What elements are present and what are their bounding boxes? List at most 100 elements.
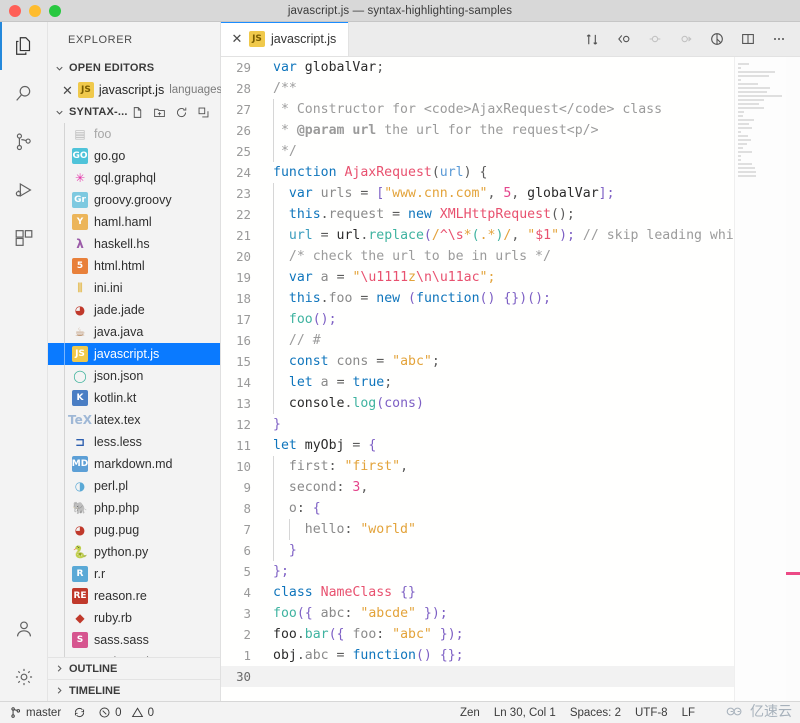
new-file-icon[interactable]	[131, 106, 144, 119]
file-name: latex.tex	[94, 413, 141, 427]
close-window-button[interactable]	[9, 4, 21, 17]
status-eol[interactable]: LF	[682, 707, 695, 719]
code-line-current[interactable]: 30	[221, 666, 734, 687]
code-lines[interactable]: 29 var globalVar; 28/** 27 * Constructor fo…	[221, 57, 789, 701]
status-indentation[interactable]: Spaces: 2	[570, 707, 621, 719]
tree-row[interactable]: λ haskell.hs	[48, 233, 220, 255]
code-line[interactable]: 24 function AjaxRequest(url) {	[221, 162, 734, 183]
code-line[interactable]: 11 let myObj = {	[221, 435, 734, 456]
code-line[interactable]: 10 first: "first",	[221, 456, 734, 477]
tree-row[interactable]: ◕ jade.jade	[48, 299, 220, 321]
overview-ruler[interactable]	[786, 57, 800, 701]
go-back-icon[interactable]	[615, 31, 632, 48]
section-header-outline[interactable]: OUTLINE	[48, 657, 220, 679]
tree-row[interactable]: Rr.r	[48, 563, 220, 585]
code-line[interactable]: 1 obj.abc = function() {};	[221, 645, 734, 666]
activity-item-accounts[interactable]	[0, 605, 48, 653]
code-editor[interactable]: 29 var globalVar; 28/** 27 * Constructor fo…	[221, 57, 800, 701]
tree-row[interactable]: JS javascript.js	[48, 343, 220, 365]
tree-row[interactable]: Kkotlin.kt	[48, 387, 220, 409]
tree-row[interactable]: ⊐ less.less	[48, 431, 220, 453]
code-line[interactable]: 18 this.foo = new (function() {})();	[221, 288, 734, 309]
new-folder-icon[interactable]	[153, 106, 166, 119]
code-line[interactable]: 22 this.request = new XMLHttpRequest();	[221, 204, 734, 225]
zoom-window-button[interactable]	[49, 4, 61, 17]
code-line[interactable]: 29 var globalVar;	[221, 57, 734, 78]
section-header-folder[interactable]: SYNTAX-...	[48, 101, 220, 123]
tree-row[interactable]: 🐘 php.php	[48, 497, 220, 519]
tree-row[interactable]: RE reason.re	[48, 585, 220, 607]
tree-row[interactable]: MD markdown.md	[48, 453, 220, 475]
status-cursor-position[interactable]: Ln 30, Col 1	[494, 707, 556, 719]
activity-item-source-control[interactable]	[0, 118, 48, 166]
tree-row[interactable]: ◕ pug.pug	[48, 519, 220, 541]
status-problems[interactable]: 0 0	[98, 706, 154, 719]
section-header-open-editors[interactable]: OPEN EDITORS	[48, 57, 220, 79]
code-line[interactable]: 8 o: {	[221, 498, 734, 519]
file-tree[interactable]: ▤ foo GO go.go ✳ gql.graphql Gr groovy.groovy Yh…	[48, 123, 220, 657]
code-line[interactable]: 21 url = url.replace(/^\s*(.*)/, "$1"); …	[221, 225, 789, 246]
code-line[interactable]: 3 foo({ abc: "abcde" });	[221, 603, 734, 624]
tree-row[interactable]: ▤ foo	[48, 123, 220, 145]
tree-row[interactable]: ☕ java.java	[48, 321, 220, 343]
activity-item-search[interactable]	[0, 70, 48, 118]
code-line[interactable]: 23 var urls = ["www.cnn.com", 5, globalV…	[221, 183, 734, 204]
activity-item-extensions[interactable]	[0, 214, 48, 262]
tree-row[interactable]: 🐍 python.py	[48, 541, 220, 563]
code-line[interactable]: 25 */	[221, 141, 734, 162]
split-editor-icon[interactable]	[739, 31, 756, 48]
status-encoding[interactable]: UTF-8	[635, 707, 668, 719]
collapse-all-icon[interactable]	[197, 106, 210, 119]
activity-item-manage[interactable]	[0, 653, 48, 701]
code-line[interactable]: 16 // #	[221, 330, 734, 351]
tab-javascript-js[interactable]: ✕ JS javascript.js	[221, 22, 350, 56]
activity-item-explorer[interactable]	[0, 22, 48, 70]
tree-row[interactable]: ◑ perl.pl	[48, 475, 220, 497]
tree-row[interactable]: ≡ scala.scala	[48, 651, 220, 657]
line-number: 19	[236, 270, 251, 285]
code-line[interactable]: 26 * @param url the url for the request<…	[221, 120, 734, 141]
status-sync[interactable]	[73, 706, 86, 719]
code-line[interactable]: 5};	[221, 561, 734, 582]
tree-row[interactable]: TeX latex.tex	[48, 409, 220, 431]
code-line[interactable]: 13 console.log(cons)	[221, 393, 734, 414]
code-line[interactable]: 20 /* check the url to be in urls */	[221, 246, 734, 267]
open-editor-item[interactable]: ✕ JS javascript.js languages	[48, 79, 222, 101]
tree-row[interactable]: 5 html.html	[48, 255, 220, 277]
code-line[interactable]: 2 foo.bar({ foo: "abc" });	[221, 624, 734, 645]
section-header-timeline[interactable]: TIMELINE	[48, 679, 220, 701]
tree-row[interactable]: Yhaml.haml	[48, 211, 220, 233]
tree-row[interactable]: GO go.go	[48, 145, 220, 167]
code-line[interactable]: 15 const cons = "abc";	[221, 351, 734, 372]
minimap[interactable]	[734, 57, 786, 701]
tree-row[interactable]: Ssass.sass	[48, 629, 220, 651]
code-line[interactable]: 4 class NameClass {}	[221, 582, 734, 603]
close-icon[interactable]: ✕	[62, 84, 73, 97]
tree-row[interactable]: ⦀ ini.ini	[48, 277, 220, 299]
more-actions-icon[interactable]	[770, 31, 787, 48]
tree-row[interactable]: Gr groovy.groovy	[48, 189, 220, 211]
code-token: :	[344, 606, 361, 621]
tree-row[interactable]: ◆ ruby.rb	[48, 607, 220, 629]
close-icon[interactable]: ✕	[231, 31, 243, 47]
next-change-icon[interactable]	[677, 31, 694, 48]
tree-row[interactable]: ◯ json.json	[48, 365, 220, 387]
refresh-icon[interactable]	[175, 106, 188, 119]
status-branch[interactable]: master	[9, 706, 61, 719]
code-line[interactable]: 14 let a = true;	[221, 372, 734, 393]
toggle-inline-icon[interactable]	[708, 31, 725, 48]
tree-row[interactable]: ✳ gql.graphql	[48, 167, 220, 189]
code-line[interactable]: 9 second: 3,	[221, 477, 734, 498]
code-line[interactable]: 12}	[221, 414, 734, 435]
code-line[interactable]: 28 /**	[221, 78, 734, 99]
previous-change-icon[interactable]	[646, 31, 663, 48]
minimize-window-button[interactable]	[29, 4, 41, 17]
status-zen-mode[interactable]: Zen	[460, 707, 480, 719]
code-line[interactable]: 17 foo();	[221, 309, 734, 330]
code-line[interactable]: 27 * Constructor for <code>AjaxRequest</…	[221, 99, 734, 120]
code-line[interactable]: 7 hello: "world"	[221, 519, 734, 540]
code-line[interactable]: 19 var a = "\u1111z\n\u11ac";	[221, 267, 734, 288]
activity-item-run-and-debug[interactable]	[0, 166, 48, 214]
split-vertical-compare-icon[interactable]	[584, 31, 601, 48]
code-line[interactable]: 6 }	[221, 540, 734, 561]
